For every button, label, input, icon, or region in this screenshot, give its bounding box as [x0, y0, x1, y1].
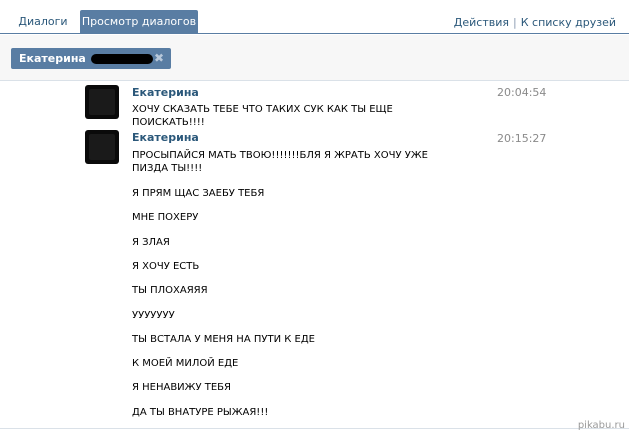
friends-list-link[interactable]: К списку друзей: [521, 16, 616, 29]
header-links: Действия | К списку друзей: [454, 16, 616, 29]
link-separator: |: [513, 16, 517, 29]
participant-chip-label: Екатерина: [19, 52, 86, 65]
participant-chip[interactable]: Екатерина ✖: [11, 48, 171, 69]
tab-view-dialogs[interactable]: Просмотр диалогов: [80, 10, 198, 34]
message-text: Я ЗЛАЯ: [132, 237, 170, 248]
bottom-divider: [0, 428, 629, 429]
message-time: 20:15:27: [497, 132, 547, 145]
message-author[interactable]: Екатерина: [132, 131, 199, 144]
message-author[interactable]: Екатерина: [132, 86, 199, 99]
message-text: Я НЕНАВИЖУ ТЕБЯ: [132, 382, 231, 393]
message-text: МНЕ ПОХЕРУ: [132, 212, 199, 223]
message-text: ХОЧУ СКАЗАТЬ ТЕБЕ ЧТО ТАКИХ СУК КАК ТЫ Е…: [132, 104, 393, 128]
actions-link[interactable]: Действия: [454, 16, 509, 29]
message-text: ДА ТЫ ВНАТУРЕ РЫЖАЯ!!!: [132, 407, 269, 418]
redaction-mark: [91, 54, 153, 64]
message-text: ТЫ ВСТАЛА У МЕНЯ НА ПУТИ К ЕДЕ: [132, 334, 315, 345]
message-text: ПРОСЫПАЙСЯ МАТЬ ТВОЮ!!!!!!!БЛЯ Я ЖРАТЬ Х…: [132, 150, 428, 174]
message-text: К МОЕЙ МИЛОЙ ЕДЕ: [132, 358, 239, 369]
watermark: pikabu.ru: [577, 420, 625, 431]
message-time: 20:04:54: [497, 86, 547, 99]
tabs-bar: Диалоги Просмотр диалогов Действия | К спи…: [0, 0, 629, 34]
message-list: Екатерина 20:04:54 ХОЧУ СКАЗАТЬ ТЕБЕ ЧТО…: [0, 82, 629, 433]
message-text: Я ХОЧУ ЕСТЬ: [132, 261, 200, 272]
message-text: Я ПРЯМ ЩАС ЗАЕБУ ТЕБЯ: [132, 188, 265, 199]
filter-area: Екатерина ✖: [0, 35, 629, 81]
message-text: УУУУУУУ: [132, 310, 175, 321]
avatar[interactable]: [85, 85, 119, 119]
avatar[interactable]: [85, 130, 119, 164]
message-text: ТЫ ПЛОХАЯЯЯ: [132, 285, 208, 296]
tab-dialogs[interactable]: Диалоги: [12, 10, 74, 34]
close-icon[interactable]: ✖: [152, 48, 166, 69]
